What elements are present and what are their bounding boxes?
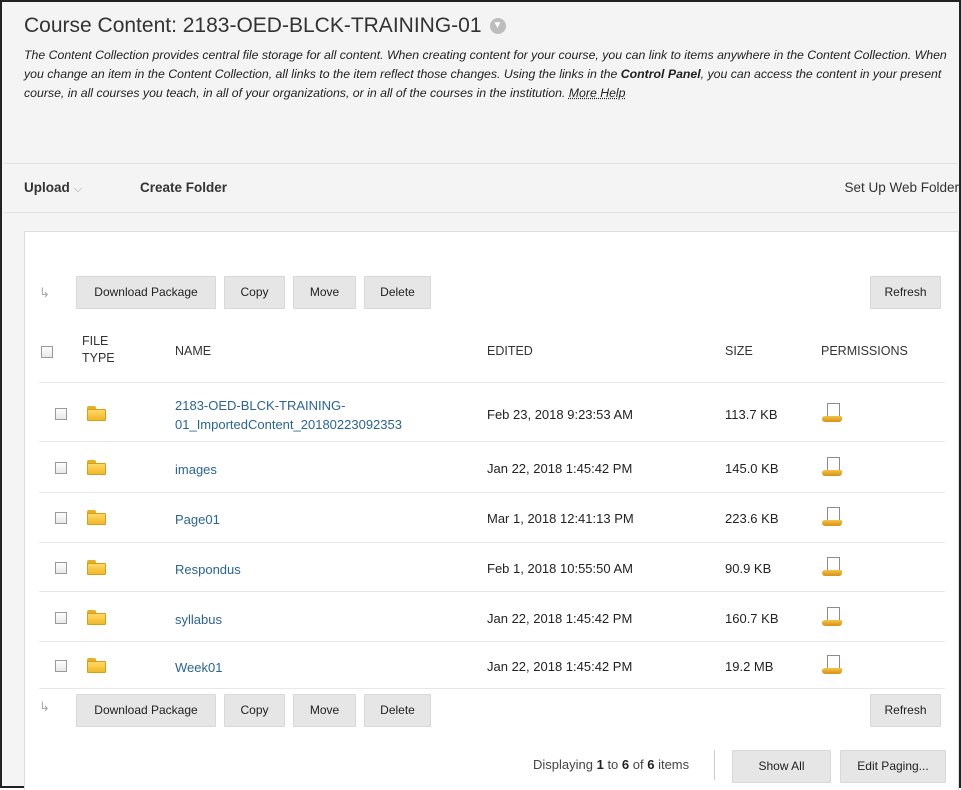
- edited-date: Feb 1, 2018 10:55:50 AM: [487, 561, 633, 576]
- folder-icon: [87, 406, 106, 421]
- copy-button-top[interactable]: Copy: [224, 276, 285, 309]
- file-size: 223.6 KB: [725, 511, 779, 526]
- permissions-icon[interactable]: [822, 655, 842, 675]
- column-header-file-type[interactable]: FILE TYPE: [82, 333, 115, 367]
- permissions-icon[interactable]: [822, 557, 842, 577]
- edited-date: Jan 22, 2018 1:45:42 PM: [487, 659, 633, 674]
- page-header: Course Content: 2183-OED-BLCK-TRAINING-0…: [24, 14, 954, 103]
- item-name-link[interactable]: Respondus: [175, 560, 241, 579]
- row-divider: [39, 441, 945, 442]
- row-checkbox[interactable]: [55, 512, 67, 524]
- refresh-button-bottom[interactable]: Refresh: [870, 694, 941, 727]
- chevron-down-icon: ⌵: [73, 183, 83, 195]
- item-name-link[interactable]: 2183-OED-BLCK-TRAINING- 01_ImportedConte…: [175, 396, 402, 434]
- edited-date: Feb 23, 2018 9:23:53 AM: [487, 407, 633, 422]
- item-name-link[interactable]: Page01: [175, 510, 220, 529]
- row-checkbox[interactable]: [55, 612, 67, 624]
- file-size: 90.9 KB: [725, 561, 772, 576]
- row-divider: [39, 688, 945, 689]
- item-name-link[interactable]: Week01: [175, 658, 222, 677]
- move-button-top[interactable]: Move: [293, 276, 356, 309]
- row-checkbox[interactable]: [55, 660, 67, 672]
- folder-icon: [87, 510, 106, 525]
- create-folder-button[interactable]: Create Folder: [140, 180, 227, 195]
- column-header-name[interactable]: NAME: [175, 344, 211, 358]
- download-package-button-top[interactable]: Download Package: [76, 276, 216, 309]
- page-description: The Content Collection provides central …: [24, 48, 947, 100]
- show-all-button[interactable]: Show All: [732, 750, 831, 783]
- delete-button-bottom[interactable]: Delete: [364, 694, 431, 727]
- row-divider: [39, 382, 945, 383]
- divider: [4, 212, 957, 213]
- download-package-button-bottom[interactable]: Download Package: [76, 694, 216, 727]
- page-frame: Course Content: 2183-OED-BLCK-TRAINING-0…: [0, 0, 961, 790]
- permissions-icon[interactable]: [822, 403, 842, 423]
- action-bar: Upload ⌵ Create Folder Set Up Web Folder: [24, 163, 959, 212]
- page-title: Course Content: 2183-OED-BLCK-TRAINING-0…: [24, 14, 482, 37]
- file-size: 160.7 KB: [725, 611, 779, 626]
- copy-button-bottom[interactable]: Copy: [224, 694, 285, 727]
- chevron-down-icon[interactable]: ▼: [489, 18, 506, 34]
- move-button-bottom[interactable]: Move: [293, 694, 356, 727]
- select-arrow-icon: ↳: [39, 699, 50, 714]
- content-list-panel: ↳ Download Package Copy Move Delete Refr…: [24, 231, 959, 790]
- row-divider: [39, 492, 945, 493]
- row-divider: [39, 542, 945, 543]
- paging-status: Displaying 1 to 6 of 6 items: [533, 757, 690, 772]
- column-header-edited[interactable]: EDITED: [487, 344, 533, 358]
- more-help-link[interactable]: More Help: [569, 86, 626, 100]
- row-checkbox[interactable]: [55, 408, 67, 420]
- set-up-web-folder-link[interactable]: Set Up Web Folder: [844, 180, 959, 195]
- folder-icon: [87, 610, 106, 625]
- file-size: 113.7 KB: [725, 407, 778, 422]
- refresh-button-top[interactable]: Refresh: [870, 276, 941, 309]
- column-header-size[interactable]: SIZE: [725, 344, 753, 358]
- row-divider: [39, 641, 945, 642]
- row-checkbox[interactable]: [55, 562, 67, 574]
- item-name-link[interactable]: syllabus: [175, 610, 222, 629]
- folder-icon: [87, 460, 106, 475]
- delete-button-top[interactable]: Delete: [364, 276, 431, 309]
- select-arrow-icon: ↳: [39, 285, 50, 300]
- permissions-icon[interactable]: [822, 457, 842, 477]
- edited-date: Jan 22, 2018 1:45:42 PM: [487, 461, 633, 476]
- folder-icon: [87, 560, 106, 575]
- divider: [714, 750, 715, 780]
- edited-date: Jan 22, 2018 1:45:42 PM: [487, 611, 633, 626]
- upload-menu-button[interactable]: Upload ⌵: [24, 180, 82, 196]
- row-divider: [39, 591, 945, 592]
- row-checkbox[interactable]: [55, 462, 67, 474]
- folder-icon: [87, 658, 106, 673]
- column-header-permissions[interactable]: PERMISSIONS: [821, 344, 908, 358]
- select-all-checkbox[interactable]: [41, 346, 53, 358]
- edit-paging-button[interactable]: Edit Paging...: [840, 750, 946, 783]
- permissions-icon[interactable]: [822, 507, 842, 527]
- edited-date: Mar 1, 2018 12:41:13 PM: [487, 511, 634, 526]
- item-name-link[interactable]: images: [175, 460, 217, 479]
- permissions-icon[interactable]: [822, 607, 842, 627]
- file-size: 19.2 MB: [725, 659, 774, 674]
- file-size: 145.0 KB: [725, 461, 779, 476]
